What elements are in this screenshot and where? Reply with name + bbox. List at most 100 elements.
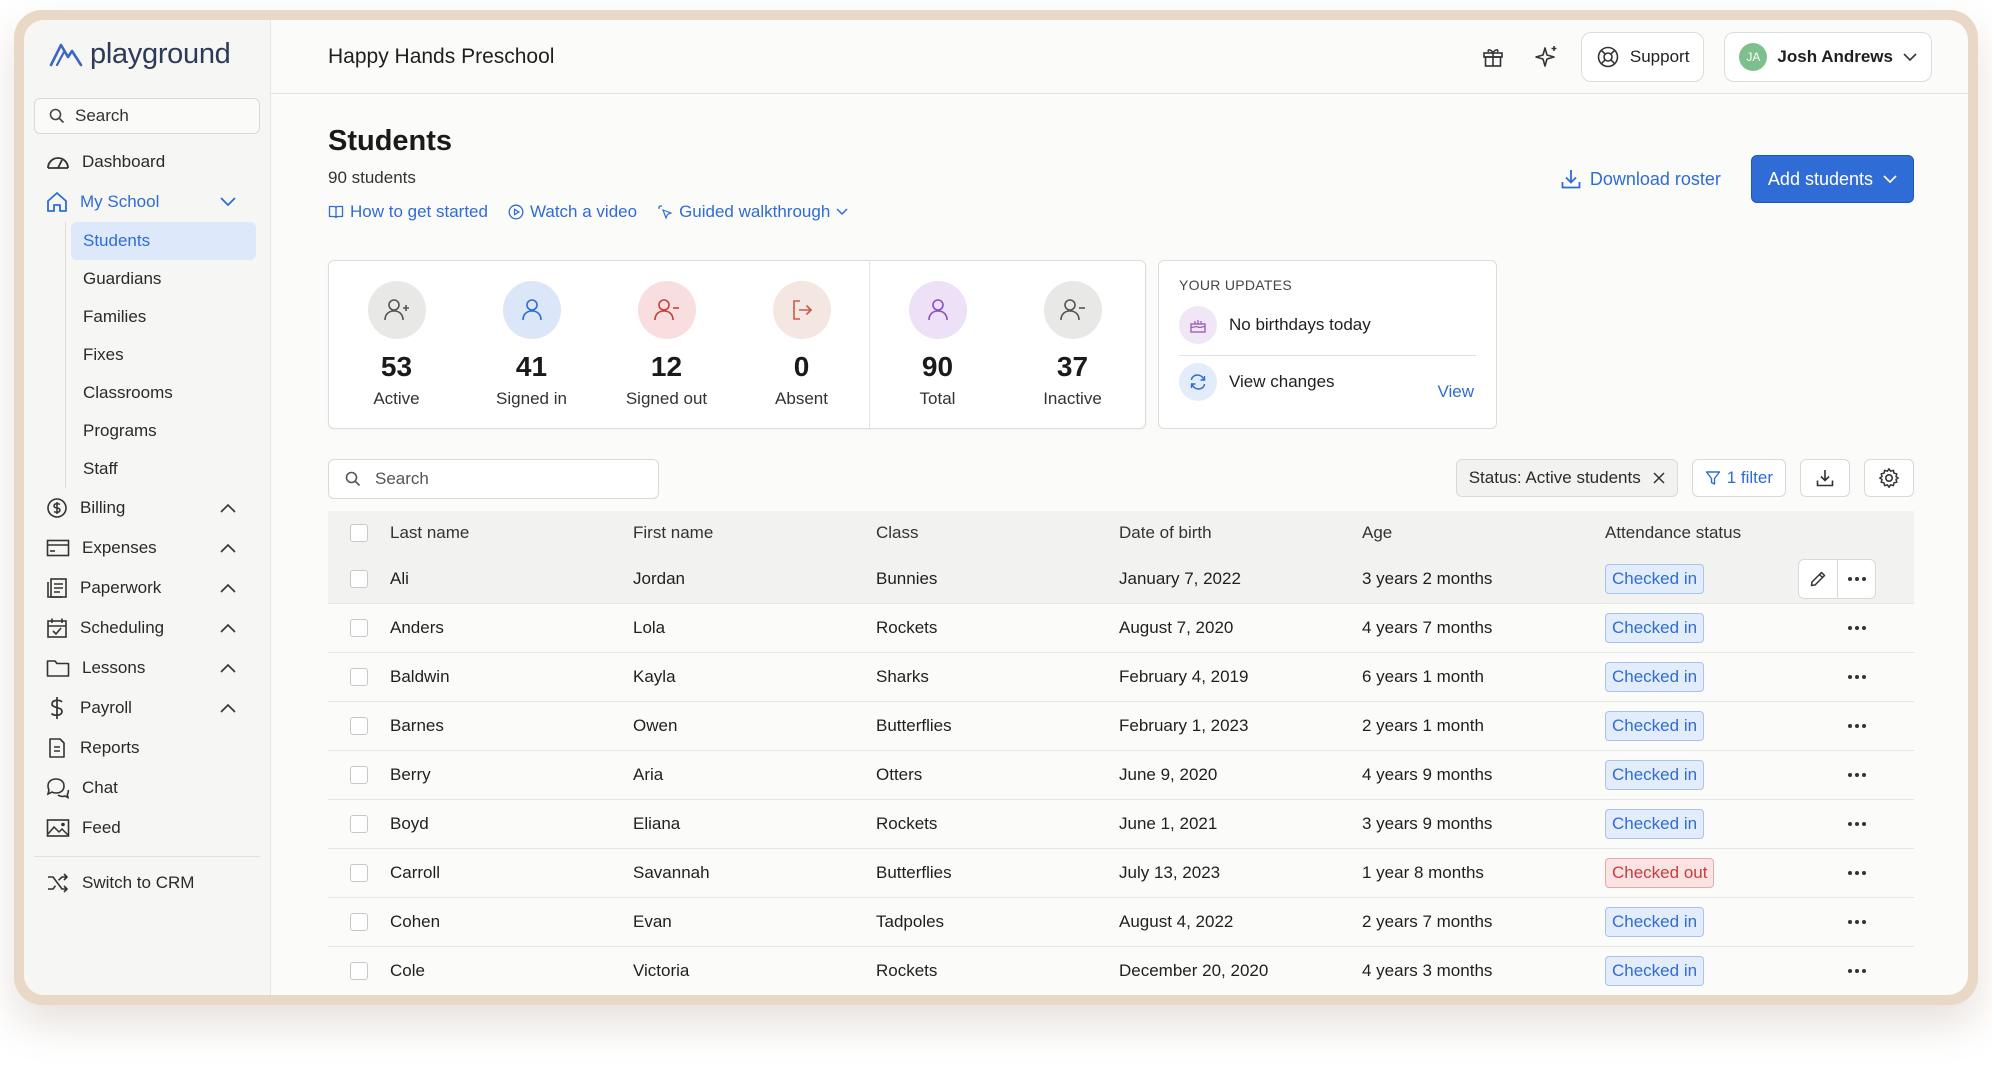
sidebar-item-label: Paperwork (80, 578, 162, 597)
row-more-button[interactable] (1838, 609, 1876, 647)
add-students-button[interactable]: Add students (1750, 155, 1914, 203)
chevron-up-icon[interactable] (220, 623, 236, 633)
sidebar-item-reports[interactable]: Reports (34, 728, 260, 768)
stat-active[interactable]: 53 Active (329, 280, 464, 409)
table-row[interactable]: Baldwin Kayla Sharks February 4, 2019 6 … (328, 653, 1914, 702)
chevron-up-icon[interactable] (220, 583, 236, 593)
export-button[interactable] (1800, 459, 1850, 497)
row-checkbox[interactable] (350, 717, 368, 735)
table-row[interactable]: Anders Lola Rockets August 7, 2020 4 yea… (328, 604, 1914, 653)
sidebar-item-dashboard[interactable]: Dashboard (34, 142, 260, 182)
sidebar-item-expenses[interactable]: Expenses (34, 528, 260, 568)
sidebar-item-billing[interactable]: Billing (34, 488, 260, 528)
table-settings-button[interactable] (1864, 459, 1914, 497)
guided-walkthrough-dropdown[interactable]: Guided walkthrough (657, 202, 848, 222)
sidebar-item-scheduling[interactable]: Scheduling (34, 608, 260, 648)
sidebar-item-staff[interactable]: Staff (71, 450, 256, 488)
column-header-class[interactable]: Class (876, 523, 1119, 543)
brand-logo[interactable]: playground (34, 24, 260, 84)
sidebar-item-programs[interactable]: Programs (71, 412, 256, 450)
how-to-get-started-link[interactable]: How to get started (328, 202, 488, 222)
cell-last-name: Carroll (390, 863, 441, 882)
view-changes-link[interactable]: View (1437, 382, 1474, 402)
filter-button[interactable]: 1 filter (1691, 459, 1786, 497)
row-select-cell (328, 570, 390, 588)
stat-absent[interactable]: 0 Absent (734, 280, 869, 409)
row-more-button[interactable] (1837, 560, 1875, 598)
select-all-checkbox[interactable] (350, 524, 368, 542)
cursor-click-icon (658, 205, 673, 220)
stat-total[interactable]: 90 Total (870, 280, 1005, 409)
table-row[interactable]: Barnes Owen Butterflies February 1, 2023… (328, 702, 1914, 751)
more-icon (1847, 577, 1866, 581)
sidebar-item-students[interactable]: Students (71, 222, 256, 260)
table-row[interactable]: Cole Victoria Rockets December 20, 2020 … (328, 947, 1914, 995)
column-header-first-name[interactable]: First name (633, 523, 876, 543)
support-button[interactable]: Support (1580, 32, 1705, 82)
row-more-button[interactable] (1838, 707, 1876, 745)
row-checkbox[interactable] (350, 570, 368, 588)
cell-age: 2 years 1 month (1362, 716, 1484, 735)
row-select-cell (328, 717, 390, 735)
ai-sparkle-button[interactable] (1527, 37, 1567, 77)
table-row[interactable]: Carroll Savannah Butterflies July 13, 20… (328, 849, 1914, 898)
chevron-up-icon[interactable] (220, 503, 236, 513)
more-icon (1848, 773, 1866, 777)
chevron-down-icon[interactable] (220, 197, 236, 207)
close-icon[interactable] (1653, 472, 1665, 484)
row-checkbox[interactable] (350, 962, 368, 980)
chevron-up-icon[interactable] (220, 663, 236, 673)
edit-row-button[interactable] (1799, 560, 1837, 598)
table-row[interactable]: Berry Aria Otters June 9, 2020 4 years 9… (328, 751, 1914, 800)
status-filter-chip[interactable]: Status: Active students (1455, 459, 1678, 497)
column-header-age[interactable]: Age (1362, 523, 1605, 543)
sidebar-item-payroll[interactable]: Payroll (34, 688, 260, 728)
row-checkbox[interactable] (350, 766, 368, 784)
chevron-up-icon[interactable] (220, 543, 236, 553)
column-header-attendance-status[interactable]: Attendance status (1605, 523, 1805, 543)
cell-last-name: Baldwin (390, 667, 450, 686)
row-checkbox[interactable] (350, 668, 368, 686)
dashboard-icon (47, 157, 69, 169)
sidebar-item-chat[interactable]: Chat (34, 768, 260, 808)
row-more-button[interactable] (1838, 854, 1876, 892)
row-more-button[interactable] (1838, 658, 1876, 696)
row-checkbox[interactable] (350, 913, 368, 931)
row-more-button[interactable] (1838, 756, 1876, 794)
sidebar-item-lessons[interactable]: Lessons (34, 648, 260, 688)
cell-date-of-birth: June 1, 2021 (1119, 814, 1218, 833)
sidebar-item-my-school[interactable]: My School (34, 182, 260, 222)
user-menu-button[interactable]: JA Josh Andrews (1724, 32, 1932, 82)
row-more-button[interactable] (1838, 952, 1876, 990)
table-search-input[interactable]: Search (328, 459, 659, 499)
row-checkbox[interactable] (350, 619, 368, 637)
sidebar-item-guardians[interactable]: Guardians (71, 260, 256, 298)
sidebar-item-families[interactable]: Families (71, 298, 256, 336)
sidebar-item-fixes[interactable]: Fixes (71, 336, 256, 374)
stat-signed-in[interactable]: 41 Signed in (464, 280, 599, 409)
chevron-up-icon[interactable] (220, 703, 236, 713)
gift-button[interactable] (1473, 37, 1513, 77)
sidebar-search-input[interactable]: Search (34, 98, 260, 134)
more-icon (1848, 920, 1866, 924)
switch-to-crm-button[interactable]: Switch to CRM (34, 863, 260, 903)
row-checkbox[interactable] (350, 815, 368, 833)
table-row[interactable]: Cohen Evan Tadpoles August 4, 2022 2 yea… (328, 898, 1914, 947)
sidebar-item-paperwork[interactable]: Paperwork (34, 568, 260, 608)
row-more-button[interactable] (1838, 805, 1876, 843)
row-checkbox[interactable] (350, 864, 368, 882)
row-actions (1838, 903, 1876, 941)
row-select-cell (328, 619, 390, 637)
column-header-last-name[interactable]: Last name (390, 523, 633, 543)
sidebar-item-classrooms[interactable]: Classrooms (71, 374, 256, 412)
download-roster-link[interactable]: Download roster (1560, 168, 1721, 190)
lifebuoy-icon (1597, 46, 1619, 68)
watch-a-video-link[interactable]: Watch a video (508, 202, 637, 222)
row-more-button[interactable] (1838, 903, 1876, 941)
sidebar-item-feed[interactable]: Feed (34, 808, 260, 848)
stat-signed-out[interactable]: 12 Signed out (599, 280, 734, 409)
stat-inactive[interactable]: 37 Inactive (1005, 280, 1140, 409)
column-header-date-of-birth[interactable]: Date of birth (1119, 523, 1362, 543)
table-row[interactable]: Ali Jordan Bunnies January 7, 2022 3 yea… (328, 555, 1914, 604)
table-row[interactable]: Boyd Eliana Rockets June 1, 2021 3 years… (328, 800, 1914, 849)
